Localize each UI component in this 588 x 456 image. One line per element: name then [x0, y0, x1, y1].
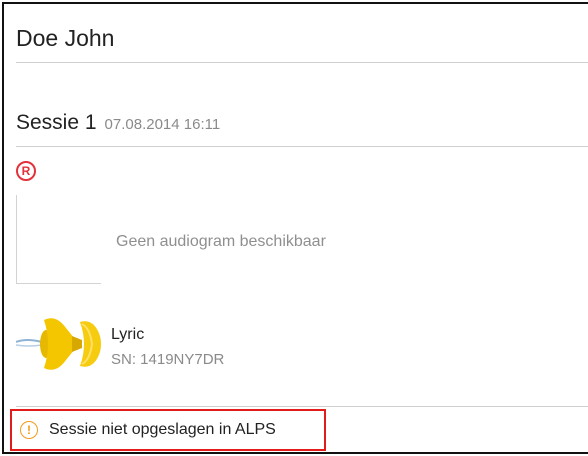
- session-header[interactable]: Sessie 1 07.08.2014 16:11: [16, 111, 220, 135]
- divider: [16, 146, 588, 147]
- divider: [16, 406, 588, 407]
- r-badge-icon: R: [16, 161, 36, 181]
- warning-text: Sessie niet opgeslagen in ALPS: [49, 421, 276, 438]
- session-title: Sessie 1: [16, 111, 97, 134]
- warning-icon: !: [20, 421, 38, 439]
- device-serial: SN: 1419NY7DR: [111, 351, 225, 368]
- hearing-aid-icon: [16, 318, 101, 370]
- divider: [16, 62, 588, 63]
- device-name: Lyric: [111, 326, 145, 343]
- session-date: 07.08.2014 16:11: [104, 116, 221, 133]
- no-audiogram-text: Geen audiogram beschikbaar: [116, 233, 326, 250]
- patient-name: Doe John: [16, 25, 115, 51]
- audiogram-thumbnail[interactable]: [16, 195, 101, 284]
- warning-banner: ! Sessie niet opgeslagen in ALPS: [10, 409, 326, 451]
